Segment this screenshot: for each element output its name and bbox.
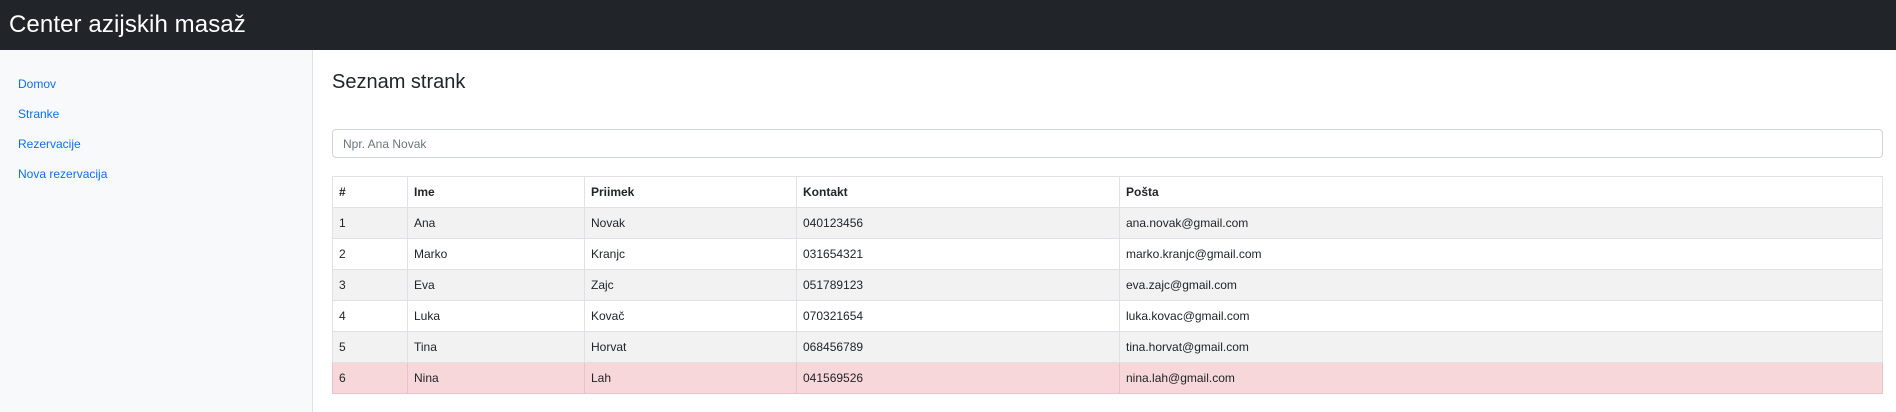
clients-table: # Ime Priimek Kontakt Pošta 1 Ana Novak … bbox=[332, 176, 1883, 394]
sidebar: Domov Stranke Rezervacije Nova rezervaci… bbox=[0, 50, 313, 412]
cell-number: 2 bbox=[332, 238, 408, 270]
cell-number: 4 bbox=[332, 300, 408, 332]
page-title: Seznam strank bbox=[332, 71, 466, 93]
cell-ime: Ana bbox=[407, 207, 585, 239]
cell-posta: marko.kranjc@gmail.com bbox=[1119, 238, 1883, 270]
column-header-priimek: Priimek bbox=[584, 176, 797, 208]
cell-number: 3 bbox=[332, 269, 408, 301]
cell-priimek: Horvat bbox=[584, 331, 797, 363]
main-content: Seznam strank # Ime Priimek Kontakt Pošt… bbox=[314, 50, 1896, 412]
column-header-posta: Pošta bbox=[1119, 176, 1883, 208]
cell-number: 5 bbox=[332, 331, 408, 363]
cell-ime: Marko bbox=[407, 238, 585, 270]
cell-priimek: Kovač bbox=[584, 300, 797, 332]
cell-kontakt: 070321654 bbox=[796, 300, 1120, 332]
table-row-highlighted[interactable]: 6 Nina Lah 041569526 nina.lah@gmail.com bbox=[332, 362, 1883, 394]
table-row[interactable]: 2 Marko Kranjc 031654321 marko.kranjc@gm… bbox=[332, 238, 1883, 270]
table-header-row: # Ime Priimek Kontakt Pošta bbox=[332, 176, 1883, 208]
app-title[interactable]: Center azijskih masaž bbox=[9, 11, 246, 39]
cell-posta: ana.novak@gmail.com bbox=[1119, 207, 1883, 239]
table-row[interactable]: 4 Luka Kovač 070321654 luka.kovac@gmail.… bbox=[332, 300, 1883, 332]
cell-kontakt: 041569526 bbox=[796, 362, 1120, 394]
top-navbar: Center azijskih masaž bbox=[0, 0, 1896, 50]
cell-priimek: Lah bbox=[584, 362, 797, 394]
table-row[interactable]: 3 Eva Zajc 051789123 eva.zajc@gmail.com bbox=[332, 269, 1883, 301]
cell-number: 1 bbox=[332, 207, 408, 239]
column-header-kontakt: Kontakt bbox=[796, 176, 1120, 208]
cell-posta: eva.zajc@gmail.com bbox=[1119, 269, 1883, 301]
sidebar-item-rezervacije[interactable]: Rezervacije bbox=[0, 136, 312, 166]
sidebar-item-domov[interactable]: Domov bbox=[0, 76, 312, 106]
cell-posta: nina.lah@gmail.com bbox=[1119, 362, 1883, 394]
cell-priimek: Kranjc bbox=[584, 238, 797, 270]
cell-kontakt: 068456789 bbox=[796, 331, 1120, 363]
table-row[interactable]: 1 Ana Novak 040123456 ana.novak@gmail.co… bbox=[332, 207, 1883, 239]
cell-ime: Luka bbox=[407, 300, 585, 332]
column-header-number: # bbox=[332, 176, 408, 208]
cell-posta: luka.kovac@gmail.com bbox=[1119, 300, 1883, 332]
cell-priimek: Novak bbox=[584, 207, 797, 239]
column-header-ime: Ime bbox=[407, 176, 585, 208]
cell-ime: Eva bbox=[407, 269, 585, 301]
sidebar-item-nova-rezervacija[interactable]: Nova rezervacija bbox=[0, 166, 312, 196]
cell-posta: tina.horvat@gmail.com bbox=[1119, 331, 1883, 363]
cell-kontakt: 031654321 bbox=[796, 238, 1120, 270]
cell-priimek: Zajc bbox=[584, 269, 797, 301]
search-input[interactable] bbox=[332, 129, 1883, 158]
cell-kontakt: 040123456 bbox=[796, 207, 1120, 239]
cell-ime: Tina bbox=[407, 331, 585, 363]
table-row[interactable]: 5 Tina Horvat 068456789 tina.horvat@gmai… bbox=[332, 331, 1883, 363]
cell-number: 6 bbox=[332, 362, 408, 394]
cell-kontakt: 051789123 bbox=[796, 269, 1120, 301]
sidebar-item-stranke[interactable]: Stranke bbox=[0, 106, 312, 136]
cell-ime: Nina bbox=[407, 362, 585, 394]
